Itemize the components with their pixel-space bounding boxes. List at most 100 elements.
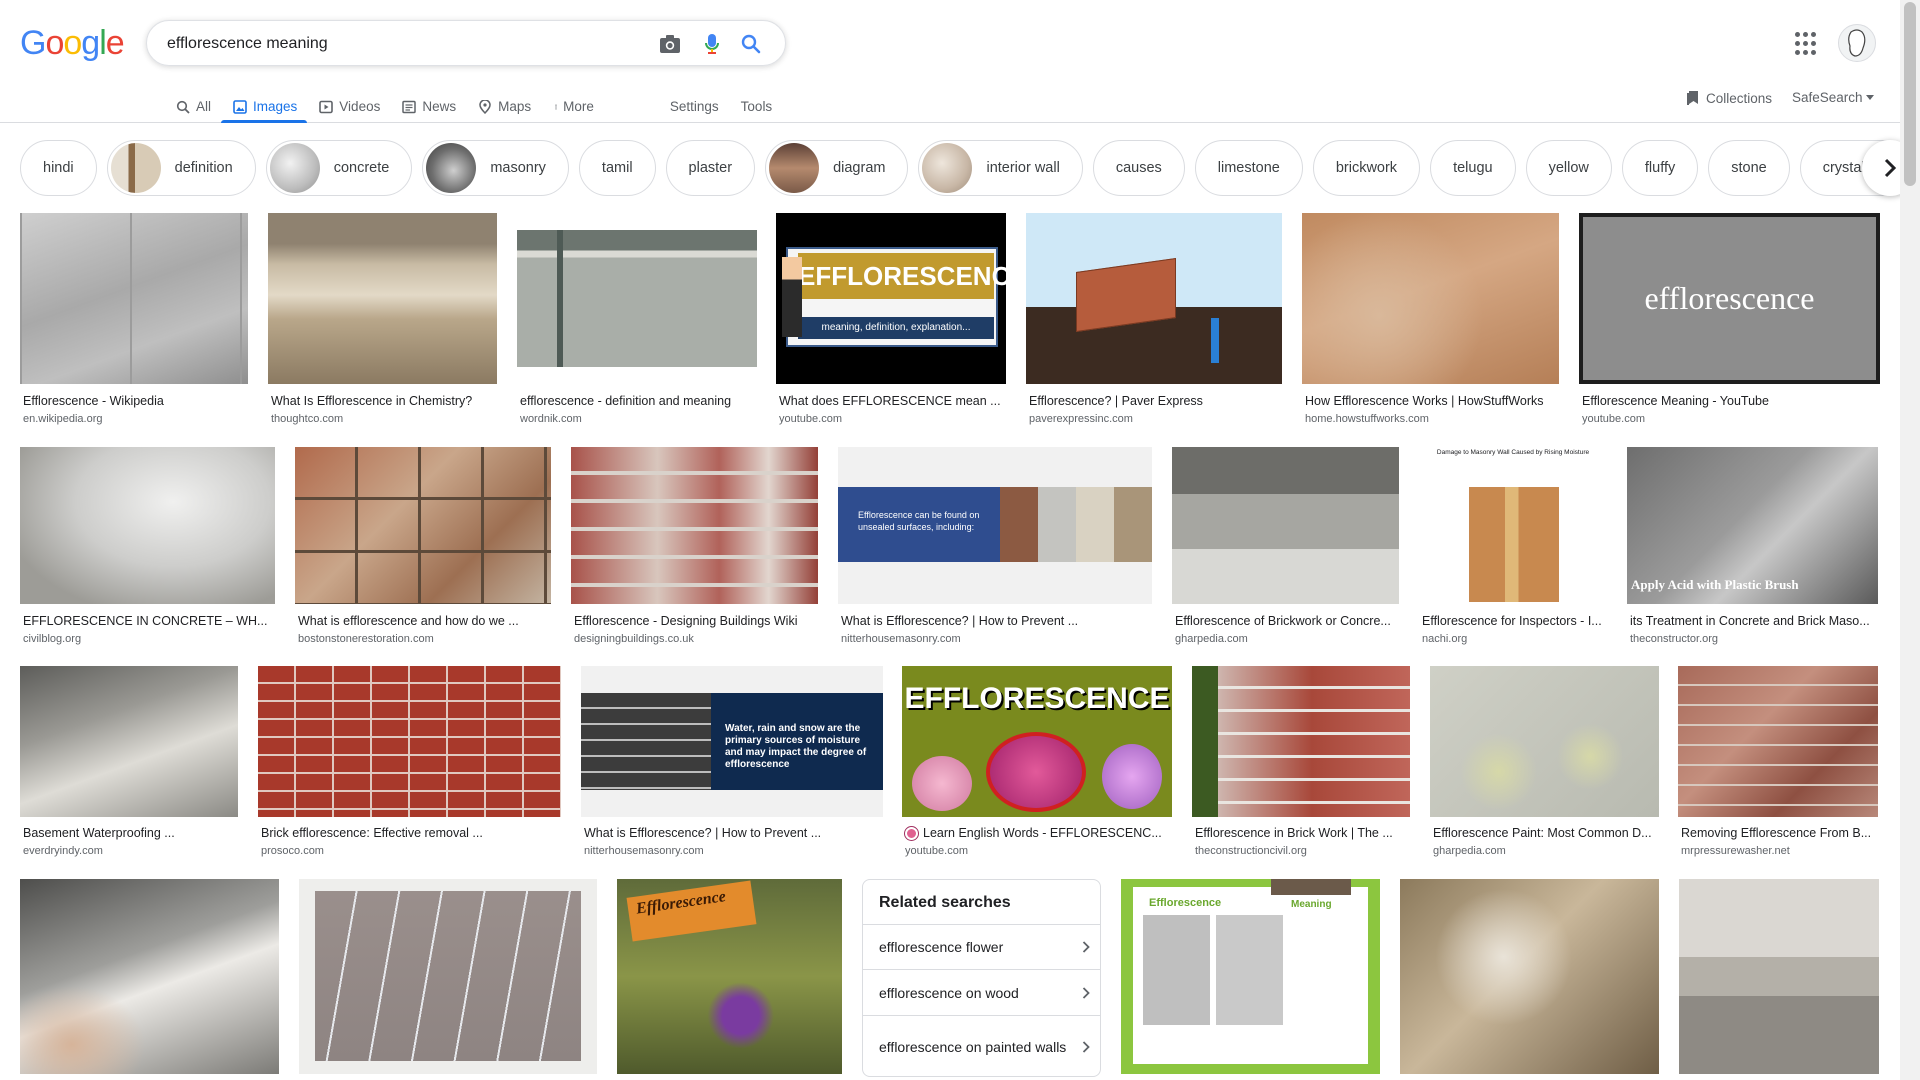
chip[interactable]: limestone [1194, 140, 1303, 196]
image-result[interactable] [1679, 879, 1879, 1074]
chip[interactable]: causes [1092, 140, 1185, 196]
related-search-item[interactable]: efflorescence flower [863, 924, 1100, 969]
image-result[interactable]: Basement Waterproofing ... everdryindy.c… [20, 666, 238, 861]
image-result[interactable]: Damage to Masonry Wall Caused by Rising … [1419, 447, 1607, 647]
result-source: youtube.com [1582, 413, 1645, 425]
image-result[interactable]: efflorescence - definition and meaning w… [517, 213, 757, 428]
result-thumbnail: Efflorescence Meaning [1121, 879, 1380, 1074]
tools-link[interactable]: Tools [729, 88, 783, 123]
result-caption: Brick efflorescence: Effective removal .… [261, 826, 483, 840]
result-thumbnail: Apply Acid with Plastic Brush [1627, 447, 1878, 604]
chip[interactable]: definition [106, 140, 256, 196]
image-result[interactable]: Brick efflorescence: Effective removal .… [258, 666, 561, 861]
image-result[interactable]: Efflorescence in Brick Work | The ... th… [1192, 666, 1410, 861]
settings-link[interactable]: Settings [658, 88, 729, 123]
image-result[interactable]: Efflorescence? | Paver Express paverexpr… [1026, 213, 1282, 428]
microphone-icon[interactable] [700, 32, 724, 56]
image-result[interactable] [1400, 879, 1659, 1074]
chip[interactable]: tamil [578, 140, 656, 196]
tab-videos[interactable]: Videos [307, 88, 390, 123]
image-result[interactable]: Efflorescence Paint: Most Common D... gh… [1430, 666, 1659, 861]
search-input[interactable] [167, 33, 647, 55]
image-result[interactable]: How Efflorescence Works | HowStuffWorks … [1302, 213, 1559, 428]
avatar[interactable] [1838, 24, 1876, 62]
result-source: theconstructioncivil.org [1195, 845, 1307, 857]
image-result[interactable]: Efflorescence Meaning [1121, 879, 1380, 1074]
chip[interactable]: hindi [20, 140, 97, 196]
chip[interactable]: masonry [422, 140, 569, 196]
image-result[interactable]: EFFLORESCENCE Learn English Words - EFFL… [902, 666, 1172, 861]
tab-news[interactable]: News [390, 88, 466, 123]
chip[interactable]: yellow [1525, 140, 1612, 196]
image-result[interactable]: Efflorescence [617, 879, 842, 1074]
chip-label: limestone [1217, 160, 1280, 176]
tab-images[interactable]: Images [221, 88, 308, 123]
chip[interactable]: brickwork [1312, 140, 1421, 196]
chip-label: interior wall [986, 160, 1060, 176]
safesearch-dropdown[interactable]: SafeSearch [1792, 90, 1874, 105]
image-result[interactable]: EFFLORESCENCE IN CONCRETE – WH... civilb… [20, 447, 275, 647]
image-result[interactable]: Apply Acid with Plastic Brush its Treatm… [1627, 447, 1878, 647]
result-caption: What is Efflorescence? | How to Prevent … [841, 614, 1079, 628]
thumbnail-text: efflorescence [1583, 217, 1876, 380]
search-tabs: All Images Videos News Maps More Setting… [164, 88, 782, 123]
thumbnail-text: Meaning [1291, 899, 1332, 910]
chip-label: plaster [688, 160, 733, 176]
related-search-item[interactable]: efflorescence on wood [863, 969, 1100, 1015]
thumbnail-text: Water, rain and snow are the primary sou… [711, 693, 883, 790]
tab-maps[interactable]: Maps [466, 88, 541, 123]
scrollbar-thumb[interactable] [1904, 2, 1916, 186]
result-source: everdryindy.com [23, 845, 103, 857]
chevron-right-icon [1082, 941, 1090, 953]
search-icon[interactable] [739, 32, 763, 56]
image-result[interactable]: Water, rain and snow are the primary sou… [581, 666, 883, 861]
result-caption: How Efflorescence Works | HowStuffWorks [1305, 394, 1544, 408]
result-source: nitterhousemasonry.com [584, 845, 704, 857]
thumbnail-text: Efflorescence [626, 880, 757, 942]
image-result[interactable] [20, 879, 279, 1074]
tools-label: Tools [740, 99, 773, 114]
image-result[interactable]: Efflorescence of Brickwork or Concre... … [1172, 447, 1399, 647]
image-result[interactable]: What is efflorescence and how do we ... … [295, 447, 551, 647]
result-caption: Efflorescence for Inspectors - I... [1422, 614, 1602, 628]
chip[interactable]: plaster [665, 140, 756, 196]
chip[interactable]: stone [1708, 140, 1790, 196]
chip[interactable]: fluffy [1621, 140, 1699, 196]
chip-label: brickwork [1335, 160, 1398, 176]
result-thumbnail [571, 447, 818, 604]
chip-label: stone [1731, 160, 1767, 176]
chevron-right-icon [1082, 986, 1090, 999]
chip[interactable]: telugu [1430, 140, 1516, 196]
image-result[interactable]: Removing Efflorescence From B... mrpress… [1678, 666, 1878, 861]
image-result[interactable]: EFFLORESCENCE meaning, definition, expla… [776, 213, 1006, 428]
chip[interactable]: diagram [765, 140, 909, 196]
chip-label: fluffy [1644, 160, 1676, 176]
result-caption: Efflorescence Meaning - YouTube [1582, 394, 1769, 408]
collections-link[interactable]: Collections [1686, 90, 1772, 106]
tab-more[interactable]: More [541, 88, 604, 123]
thumbnail-text: EFFLORESCENCE [904, 682, 1170, 715]
google-logo[interactable]: Google [20, 24, 125, 63]
chip[interactable]: concrete [265, 140, 413, 196]
chip-label: telugu [1453, 160, 1493, 176]
image-result[interactable] [299, 879, 597, 1074]
result-thumbnail [1430, 666, 1659, 817]
result-source: youtube.com [905, 845, 968, 857]
chip-label: hindi [43, 160, 74, 176]
image-result[interactable]: Efflorescence - Designing Buildings Wiki… [571, 447, 818, 647]
bookmark-icon [1687, 91, 1698, 105]
chip-thumbnail [922, 143, 973, 193]
related-search-item[interactable]: efflorescence on painted walls [863, 1015, 1100, 1076]
image-result[interactable]: What Is Efflorescence in Chemistry? thou… [268, 213, 497, 428]
image-result[interactable]: efflorescence Efflorescence Meaning - Yo… [1579, 213, 1880, 428]
more-vert-icon [555, 103, 557, 110]
chip[interactable]: interior wall [918, 140, 1083, 196]
image-result[interactable]: Efflorescence can be found on unsealed s… [838, 447, 1152, 647]
apps-grid-icon[interactable] [1795, 32, 1819, 56]
image-result[interactable]: Efflorescence - Wikipedia en.wikipedia.o… [20, 213, 248, 428]
camera-icon[interactable] [658, 32, 682, 56]
tab-all[interactable]: All [164, 88, 221, 123]
search-icon [176, 100, 190, 114]
presenter-figure [782, 257, 802, 337]
page-scrollbar[interactable] [1900, 0, 1920, 1080]
